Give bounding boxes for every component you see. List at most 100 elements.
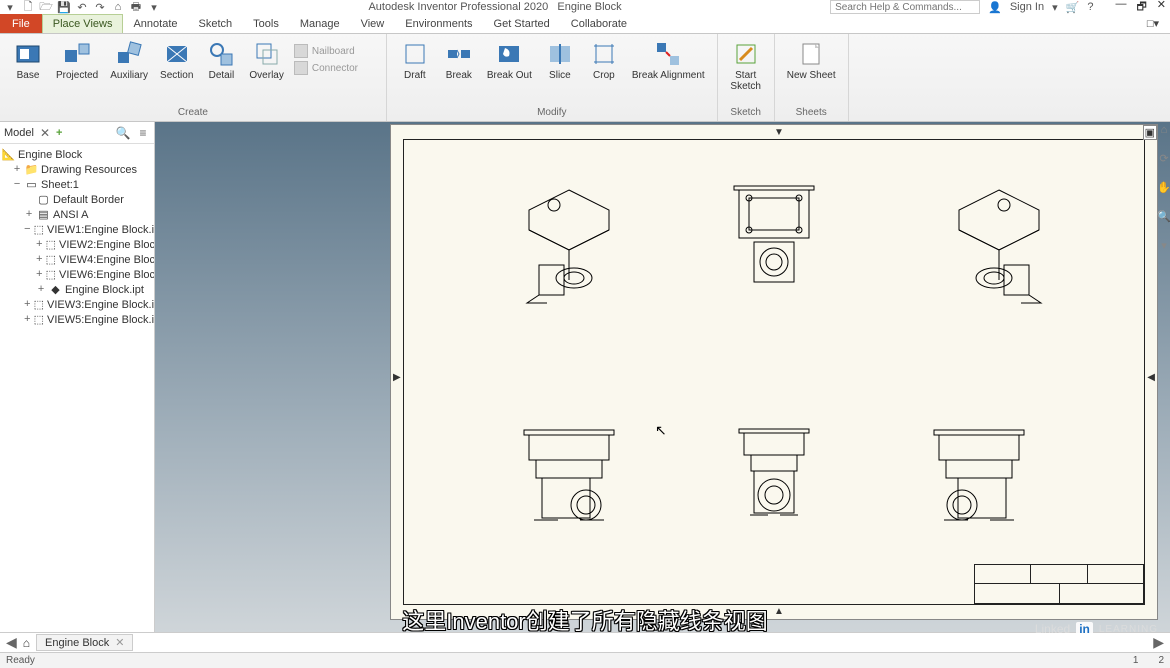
view-icon: ⬚	[46, 253, 56, 266]
status-ready: Ready	[6, 655, 35, 666]
auxiliary-button[interactable]: Auxiliary	[104, 38, 154, 105]
signin-label[interactable]: Sign In	[1010, 1, 1044, 13]
tab-manage[interactable]: Manage	[290, 14, 351, 33]
quick-access-toolbar: ▾ 🗋 🗁 💾 ↶ ↷ ⌂ 🖶 ▾	[4, 1, 160, 13]
browser-close-icon[interactable]: ✕	[40, 126, 50, 140]
tab-view[interactable]: View	[351, 14, 396, 33]
group-sheets: New Sheet Sheets	[775, 34, 849, 121]
view4-side[interactable]	[514, 425, 634, 545]
redo-icon[interactable]: ↷	[94, 1, 106, 13]
nailboard-button: Nailboard	[294, 44, 380, 58]
tree-item[interactable]: +⬚VIEW4:Engine Block.i	[2, 252, 152, 267]
open-icon[interactable]: 🗁	[40, 1, 52, 13]
user-icon[interactable]: 👤	[988, 1, 1002, 14]
print-icon[interactable]: 🖶	[130, 1, 142, 13]
view2-top[interactable]	[724, 180, 844, 310]
doc-home-icon[interactable]: ⌂	[23, 636, 30, 650]
nailboard-icon	[294, 44, 308, 58]
cart-icon[interactable]: 🛒	[1066, 1, 1080, 14]
drawing-icon: 📐	[2, 148, 15, 161]
tree-item[interactable]: +◆Engine Block.ipt	[2, 282, 152, 297]
undo-icon[interactable]: ↶	[76, 1, 88, 13]
sheet[interactable]: ▼ ▲ ▶ ◀ ▣	[390, 124, 1158, 620]
group-title-modify: Modify	[393, 105, 711, 121]
help-icon[interactable]: ?	[1087, 1, 1093, 13]
break-alignment-button[interactable]: Break Alignment	[626, 38, 711, 105]
tab-annotate[interactable]: Annotate	[123, 14, 188, 33]
group-sketch: Start Sketch Sketch	[718, 34, 775, 121]
viewport-expand-icon[interactable]: ▣	[1143, 125, 1157, 140]
tree-item[interactable]: −▭Sheet:1	[2, 177, 152, 192]
drawing-canvas[interactable]: ▼ ▲ ▶ ◀ ▣ ↖ ⌂ ⟳ ✋ 🔍 ▾	[155, 122, 1170, 632]
nav-more-icon[interactable]: ▾	[1161, 239, 1167, 252]
base-button[interactable]: Base	[6, 38, 50, 105]
home-icon[interactable]: ⌂	[112, 1, 124, 13]
slice-button[interactable]: Slice	[538, 38, 582, 105]
section-button[interactable]: Section	[154, 38, 199, 105]
nav-zoom-icon[interactable]: 🔍	[1157, 210, 1170, 223]
new-sheet-button[interactable]: New Sheet	[781, 38, 842, 105]
tree-item[interactable]: +⬚VIEW3:Engine Block.ipt	[2, 297, 152, 312]
document-tab[interactable]: Engine Block✕	[36, 634, 133, 651]
browser-tree[interactable]: 📐Engine Block +📁Drawing Resources−▭Sheet…	[0, 144, 154, 330]
tree-item[interactable]: +⬚VIEW2:Engine Block.i	[2, 237, 152, 252]
tree-item[interactable]: +⬚VIEW5:Engine Block.ipt	[2, 312, 152, 327]
nav-orbit-icon[interactable]: ⟳	[1159, 152, 1168, 165]
tab-tools[interactable]: Tools	[243, 14, 290, 33]
nav-pan-icon[interactable]: ✋	[1157, 181, 1170, 194]
view1-iso[interactable]	[504, 180, 624, 330]
tab-environments[interactable]: Environments	[395, 14, 483, 33]
view-icon: ⬚	[46, 238, 56, 251]
dropdown-icon[interactable]: ▾	[1052, 1, 1058, 14]
tree-item[interactable]: +📁Drawing Resources	[2, 162, 152, 177]
view3-iso[interactable]	[934, 180, 1054, 330]
nav-home-icon[interactable]: ⌂	[1161, 124, 1168, 136]
detail-button[interactable]: Detail	[199, 38, 243, 105]
group-create: Base Projected Auxiliary Section Detail …	[0, 34, 387, 121]
title-block[interactable]	[974, 564, 1144, 604]
overlay-button[interactable]: Overlay	[243, 38, 289, 105]
group-title-sheets: Sheets	[781, 105, 842, 121]
doc-tab-close-icon[interactable]: ✕	[115, 636, 124, 649]
filter-icon[interactable]: ≡	[136, 126, 150, 140]
scroll-left-icon[interactable]: ◀	[6, 634, 17, 651]
tab-get-started[interactable]: Get Started	[484, 14, 561, 33]
view6-side[interactable]	[924, 425, 1044, 545]
save-icon[interactable]: 💾	[58, 1, 70, 13]
model-browser: Model ✕ + 🔍 ≡ 📐Engine Block +📁Drawing Re…	[0, 122, 155, 632]
tab-collaborate[interactable]: Collaborate	[561, 14, 638, 33]
tree-item[interactable]: +⬚VIEW6:Engine Block.i	[2, 267, 152, 282]
search-input[interactable]	[830, 0, 980, 14]
watermark: LinkedinLEARNING	[1035, 622, 1158, 636]
tree-item[interactable]: ▢Default Border	[2, 192, 152, 207]
view5-front[interactable]	[724, 425, 844, 545]
qat-more-icon[interactable]: ▾	[148, 1, 160, 13]
window-title: Autodesk Inventor Professional 2020 Engi…	[160, 1, 830, 13]
tree-root[interactable]: 📐Engine Block	[2, 147, 152, 162]
file-tab[interactable]: File	[0, 14, 42, 33]
breakout-button[interactable]: Break Out	[481, 38, 538, 105]
search-icon[interactable]: 🔍	[116, 126, 130, 140]
view-icon: ⬚	[46, 268, 56, 281]
group-title-create: Create	[6, 105, 380, 121]
tab-place-views[interactable]: Place Views	[42, 14, 124, 33]
app-menu-icon[interactable]: ▾	[4, 1, 16, 13]
projected-button[interactable]: Projected	[50, 38, 104, 105]
right-toolbar: ⌂ ⟳ ✋ 🔍 ▾	[1158, 124, 1170, 252]
view-icon: ⬚	[34, 313, 44, 326]
title-bar: ▾ 🗋 🗁 💾 ↶ ↷ ⌂ 🖶 ▾ Autodesk Inventor Prof…	[0, 0, 1170, 14]
tab-sketch[interactable]: Sketch	[189, 14, 244, 33]
folder-icon: 📁	[25, 163, 38, 176]
scroll-right-icon[interactable]: ▶	[1153, 634, 1164, 651]
start-sketch-button[interactable]: Start Sketch	[724, 38, 768, 105]
group-modify: Draft Break Break Out Slice Crop Break A…	[387, 34, 718, 121]
crop-button[interactable]: Crop	[582, 38, 626, 105]
browser-add-icon[interactable]: +	[56, 127, 62, 139]
new-icon[interactable]: 🗋	[22, 1, 34, 13]
view-icon: ⬚	[34, 298, 44, 311]
tree-item[interactable]: −⬚VIEW1:Engine Block.ipt	[2, 222, 152, 237]
tree-item[interactable]: +▤ANSI A	[2, 207, 152, 222]
ribbon-help-icon[interactable]: □▾	[1137, 14, 1170, 33]
break-button[interactable]: Break	[437, 38, 481, 105]
draft-button[interactable]: Draft	[393, 38, 437, 105]
